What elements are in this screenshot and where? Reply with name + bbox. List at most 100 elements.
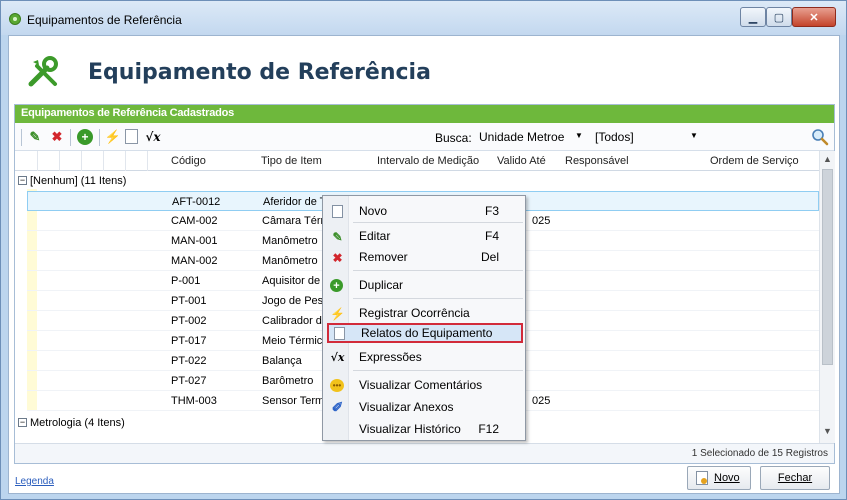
remove-icon[interactable]: ✖ xyxy=(49,129,65,145)
column-divider xyxy=(103,151,104,171)
window-title: Equipamentos de Referência xyxy=(27,13,182,27)
toolbar-separator xyxy=(99,129,100,146)
app-window: Equipamentos de Referência ▁ ▢ ✕ Equipam… xyxy=(0,0,847,500)
close-dialog-button[interactable]: Fechar xyxy=(760,466,830,490)
cell-code: AFT-0012 xyxy=(172,196,221,208)
sqrt-icon: √x xyxy=(330,351,345,364)
cell-type: Sensor Termic xyxy=(262,395,324,407)
duplicate-icon: + xyxy=(330,279,343,292)
tools-icon xyxy=(28,56,58,87)
cell-type: Câmara Térmic xyxy=(262,215,324,227)
column-divider xyxy=(147,151,148,171)
search-label: Busca: xyxy=(435,131,472,145)
cell-code: PT-001 xyxy=(171,295,207,307)
cell-code: PT-027 xyxy=(171,375,207,387)
cell-type: Jogo de Peso xyxy=(262,295,324,307)
menu-item-relatos[interactable]: Relatos do Equipamento xyxy=(327,323,523,343)
column-header-intervalo[interactable]: Intervalo de Medição xyxy=(377,155,479,167)
menu-item-expressoes[interactable]: √x Expressões xyxy=(325,347,523,367)
report-icon xyxy=(332,326,347,341)
sqrt-icon[interactable]: √x xyxy=(145,129,161,145)
cell-code: MAN-002 xyxy=(171,255,218,267)
cell-type: Manômetro xyxy=(262,235,318,247)
minimize-button[interactable]: ▁ xyxy=(740,7,766,27)
lightning-icon[interactable]: ⚡ xyxy=(105,129,121,145)
menu-item-remover[interactable]: ✖ Remover Del xyxy=(325,247,523,267)
cell-valid: 025 xyxy=(532,395,551,407)
menu-separator xyxy=(353,222,523,223)
cell-type: Meio Térmico xyxy=(262,335,324,347)
remove-icon: ✖ xyxy=(332,250,343,265)
cell-code: THM-003 xyxy=(171,395,217,407)
menu-separator xyxy=(353,270,523,271)
report-icon[interactable] xyxy=(125,129,138,144)
close-button[interactable]: ✕ xyxy=(792,7,836,27)
new-button[interactable]: Novo xyxy=(687,466,751,490)
menu-item-duplicar[interactable]: + Duplicar xyxy=(325,275,523,295)
cell-code: PT-017 xyxy=(171,335,207,347)
cell-code: PT-002 xyxy=(171,315,207,327)
toolbar-separator xyxy=(21,129,22,146)
collapse-icon[interactable]: − xyxy=(18,418,27,427)
column-header-responsavel[interactable]: Responsável xyxy=(565,155,629,167)
column-header-row: Código Tipo de Item Intervalo de Medição… xyxy=(15,151,819,171)
new-button-label: Novo xyxy=(714,472,740,484)
cell-type: Aferidor de To xyxy=(263,196,325,208)
group-label: Metrologia (4 Itens) xyxy=(30,417,125,429)
menu-item-novo[interactable]: Novo F3 xyxy=(325,201,523,221)
scroll-up-icon[interactable]: ▲ xyxy=(820,151,835,167)
cell-type: Manômetro xyxy=(262,255,318,267)
attachment-icon: ✐ xyxy=(331,399,344,415)
page-header: Equipamento de Referência xyxy=(15,42,835,100)
search-icon[interactable] xyxy=(811,128,829,146)
cell-code: MAN-001 xyxy=(171,235,218,247)
comment-icon: ••• xyxy=(330,379,344,392)
collapse-icon[interactable]: − xyxy=(18,176,27,185)
title-bar: Equipamentos de Referência ▁ ▢ ✕ xyxy=(1,1,846,35)
column-divider xyxy=(81,151,82,171)
group-label: [Nenhum] (11 Itens) xyxy=(30,175,127,187)
chevron-down-icon[interactable]: ▼ xyxy=(690,131,698,140)
menu-item-anexos[interactable]: ✐ Visualizar Anexos xyxy=(325,397,523,417)
group-row[interactable]: − [Nenhum] (11 Itens) xyxy=(15,173,819,191)
search-field-select[interactable]: Unidade Metroe xyxy=(477,129,587,147)
cell-code: CAM-002 xyxy=(171,215,218,227)
vertical-scrollbar[interactable]: ▲ ▼ xyxy=(819,151,835,443)
maximize-button[interactable]: ▢ xyxy=(766,7,792,27)
app-icon xyxy=(9,13,21,25)
scroll-thumb[interactable] xyxy=(822,169,833,365)
legend-link[interactable]: Legenda xyxy=(15,476,54,487)
edit-icon[interactable]: ✎ xyxy=(27,129,43,145)
duplicate-icon[interactable]: + xyxy=(77,129,93,145)
selection-count: 1 Selecionado de 15 Registros xyxy=(691,448,828,459)
toolbar-separator xyxy=(70,129,71,146)
cell-code: P-001 xyxy=(171,275,201,287)
cell-type: Aquisitor de D xyxy=(262,275,324,287)
new-doc-icon xyxy=(330,204,345,219)
menu-item-registrar[interactable]: ⚡ Registrar Ocorrência xyxy=(325,303,523,323)
column-header-ordem[interactable]: Ordem de Serviço xyxy=(710,155,799,167)
cell-valid: 025 xyxy=(532,215,551,227)
new-doc-icon xyxy=(696,471,708,485)
menu-separator xyxy=(353,370,523,371)
menu-separator xyxy=(353,298,523,299)
edit-icon: ✎ xyxy=(332,229,343,244)
filter-select[interactable]: [Todos] xyxy=(593,129,693,147)
menu-item-editar[interactable]: ✎ Editar F4 xyxy=(325,226,523,246)
lightning-icon: ⚡ xyxy=(330,306,345,321)
cell-type: Barômetro xyxy=(262,375,314,387)
column-header-valido[interactable]: Valido Até xyxy=(497,155,546,167)
chevron-down-icon[interactable]: ▼ xyxy=(575,131,583,140)
column-header-codigo[interactable]: Código xyxy=(171,155,206,167)
context-menu: Novo F3 ✎ Editar F4 ✖ Remover Del + Dupl… xyxy=(322,195,526,441)
menu-item-historico[interactable]: Visualizar Histórico F12 xyxy=(325,419,523,439)
cell-code: PT-022 xyxy=(171,355,207,367)
scroll-down-icon[interactable]: ▼ xyxy=(820,423,835,439)
grid-status-bar: 1 Selecionado de 15 Registros xyxy=(15,443,834,463)
column-divider xyxy=(59,151,60,171)
grid-toolbar: ✎ ✖ + ⚡ √x Busca: Unidade Metroe ▼ [Todo… xyxy=(15,123,834,151)
column-header-tipo[interactable]: Tipo de Item xyxy=(261,155,322,167)
page-title: Equipamento de Referência xyxy=(88,60,431,85)
menu-item-comentarios[interactable]: ••• Visualizar Comentários xyxy=(325,375,523,395)
cell-type: Balança xyxy=(262,355,302,367)
